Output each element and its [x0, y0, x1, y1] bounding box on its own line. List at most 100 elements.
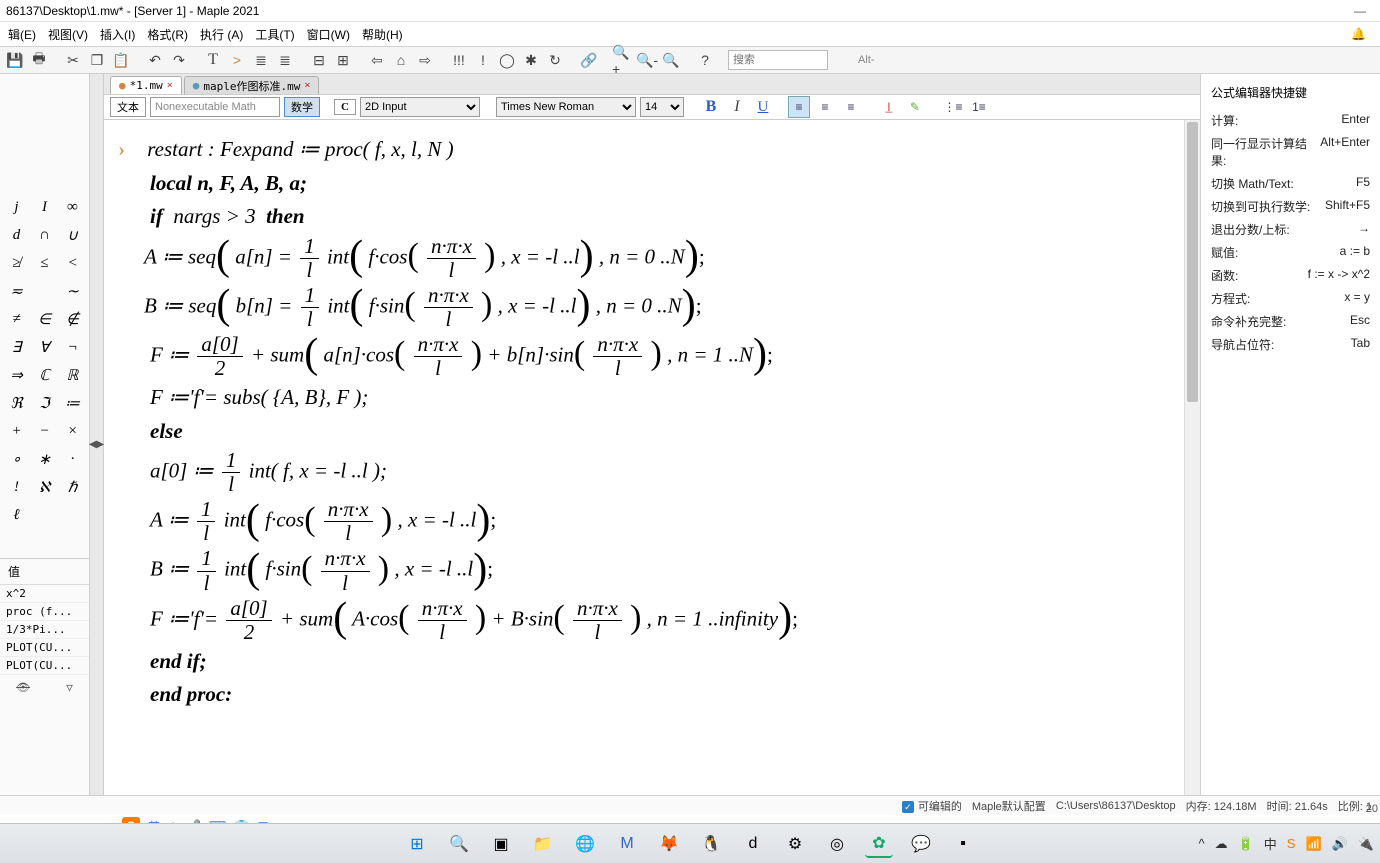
prompt-icon[interactable]: > [226, 49, 248, 71]
link-icon[interactable]: 🔗 [578, 49, 600, 71]
input-mode-select[interactable]: 2D Input [360, 97, 480, 117]
palette-symbol[interactable]: ≔ [59, 390, 87, 416]
undo-icon[interactable]: ↶ [144, 49, 166, 71]
palette-value-row[interactable]: x^2 [0, 585, 89, 603]
palette-symbol[interactable]: ∗ [31, 446, 59, 472]
redo-icon[interactable]: ↷ [168, 49, 190, 71]
exec-all-icon[interactable]: !!! [448, 49, 470, 71]
palette-symbol[interactable]: d [3, 222, 31, 248]
debug-icon[interactable]: ✱ [520, 49, 542, 71]
font-color-icon[interactable]: I̲ [878, 96, 900, 118]
font-size-select[interactable]: 14 [640, 97, 684, 117]
editable-check-icon[interactable]: ✓ [902, 801, 914, 813]
palette-symbol[interactable] [31, 502, 59, 528]
palette-symbol[interactable]: ∉ [59, 306, 87, 332]
palette-value-row[interactable]: 1/3*Pi... [0, 621, 89, 639]
filter-icon[interactable]: ▽ [66, 681, 73, 694]
forward-icon[interactable]: ⇨ [414, 49, 436, 71]
palette-symbol[interactable]: ∼ [59, 278, 87, 304]
palette-symbol[interactable]: ∃ [3, 334, 31, 360]
palette-value-row[interactable]: proc (f... [0, 603, 89, 621]
palette-symbol[interactable]: ¬ [59, 334, 87, 360]
task-view-icon[interactable]: ▣ [487, 830, 515, 858]
zoom-out-icon[interactable]: 🔍‑ [636, 49, 658, 71]
bold-icon[interactable]: B [700, 96, 722, 118]
palette-symbol[interactable]: ! [3, 474, 31, 500]
wechat-icon[interactable]: 💬 [907, 830, 935, 858]
back-icon[interactable]: ⇦ [366, 49, 388, 71]
palette-symbol[interactable]: ℑ [31, 390, 59, 416]
config-button[interactable]: C [334, 99, 356, 115]
stop-icon[interactable]: ◯ [496, 49, 518, 71]
palette-symbol[interactable]: ℜ [3, 390, 31, 416]
palette-symbol[interactable]: ≠ [3, 306, 31, 332]
paste-icon[interactable]: 📋 [110, 49, 132, 71]
palette-symbol[interactable]: ∘ [3, 446, 31, 472]
palette-symbol[interactable]: ℂ [31, 362, 59, 388]
underline-icon[interactable]: U [752, 96, 774, 118]
tray-sougou-icon[interactable]: S [1287, 836, 1296, 851]
highlight-icon[interactable]: ✎ [904, 96, 926, 118]
minimize-button[interactable]: — [1354, 4, 1366, 18]
qq-icon[interactable]: 🐧 [697, 830, 725, 858]
menu-format[interactable]: 格式(R) [141, 24, 194, 45]
search-taskbar-icon[interactable]: 🔍 [445, 830, 473, 858]
home-icon[interactable]: ⌂ [390, 49, 412, 71]
palette-collapse-handle[interactable]: ◀▶ [90, 74, 104, 814]
document-tab-2[interactable]: ● maple作图标准.mw × [184, 76, 320, 94]
restart-icon[interactable]: ↻ [544, 49, 566, 71]
menu-tools[interactable]: 工具(T) [249, 24, 300, 45]
palette-symbol[interactable]: ℵ [31, 474, 59, 500]
palette-symbol[interactable]: ∀ [31, 334, 59, 360]
palette-symbol[interactable]: I [31, 194, 59, 220]
align-right-icon[interactable]: ≡ [840, 96, 862, 118]
save-icon[interactable]: 💾 [4, 49, 26, 71]
tray-volume-icon[interactable]: 🔊 [1332, 836, 1348, 852]
explorer-icon[interactable]: 📁 [529, 830, 557, 858]
worksheet[interactable]: › restart : Fexpand ≔ proc( f, x, l, N )… [104, 120, 1200, 814]
document-tab-1[interactable]: ● *1.mw × [110, 76, 182, 94]
palette-symbol[interactable]: ≤ [31, 250, 59, 276]
palette-symbol[interactable] [59, 502, 87, 528]
tray-power-icon[interactable]: 🔌 [1358, 836, 1374, 852]
edge-icon[interactable]: 🌐 [571, 830, 599, 858]
palette-symbol[interactable]: ℏ [59, 474, 87, 500]
tray-lang-icon[interactable]: 中 [1264, 834, 1277, 853]
palette-value-row[interactable]: PLOT(CU... [0, 639, 89, 657]
close-tab-icon[interactable]: × [167, 80, 173, 91]
palette-value-row[interactable]: PLOT(CU... [0, 657, 89, 675]
app-d-icon[interactable]: d [739, 830, 767, 858]
mode-math-button[interactable]: 数学 [284, 97, 320, 117]
terminal-icon[interactable]: ▪ [949, 830, 977, 858]
scrollbar-thumb[interactable] [1187, 122, 1198, 402]
menu-insert[interactable]: 插入(I) [94, 24, 141, 45]
number-list-icon[interactable]: 1≡ [968, 96, 990, 118]
help-icon[interactable]: ? [694, 49, 716, 71]
eye-slash-icon[interactable]: 👁 [16, 681, 30, 694]
menu-run[interactable]: 执行 (A) [194, 24, 249, 45]
palette-symbol[interactable]: ⇒ [3, 362, 31, 388]
palette-symbol[interactable]: ≂ [3, 278, 31, 304]
palette-symbol[interactable]: ℓ [3, 502, 31, 528]
palette-symbol[interactable]: ∪ [59, 222, 87, 248]
section-out-icon[interactable]: ⊞ [332, 49, 354, 71]
bullet-list-icon[interactable]: ⋮≡ [942, 96, 964, 118]
nonexec-math-field[interactable] [150, 97, 280, 117]
text-t-icon[interactable]: T [202, 49, 224, 71]
palette-symbol[interactable]: < [59, 250, 87, 276]
palette-symbol[interactable]: × [59, 418, 87, 444]
copy-icon[interactable]: ❐ [86, 49, 108, 71]
settings-icon[interactable]: ⚙ [781, 830, 809, 858]
exec-one-icon[interactable]: ! [472, 49, 494, 71]
search-input[interactable] [728, 50, 828, 70]
palette-symbol[interactable]: + [3, 418, 31, 444]
tray-onedrive-icon[interactable]: ☁ [1215, 836, 1228, 852]
font-select[interactable]: Times New Roman [496, 97, 636, 117]
align-left-icon[interactable]: ≡ [788, 96, 810, 118]
palette-symbol[interactable]: ∞ [59, 194, 87, 220]
palette-symbol[interactable]: ∈ [31, 306, 59, 332]
section-in-icon[interactable]: ⊟ [308, 49, 330, 71]
palette-symbol[interactable] [31, 278, 59, 304]
app-ring-icon[interactable]: ◎ [823, 830, 851, 858]
menu-view[interactable]: 视图(V) [42, 24, 94, 45]
